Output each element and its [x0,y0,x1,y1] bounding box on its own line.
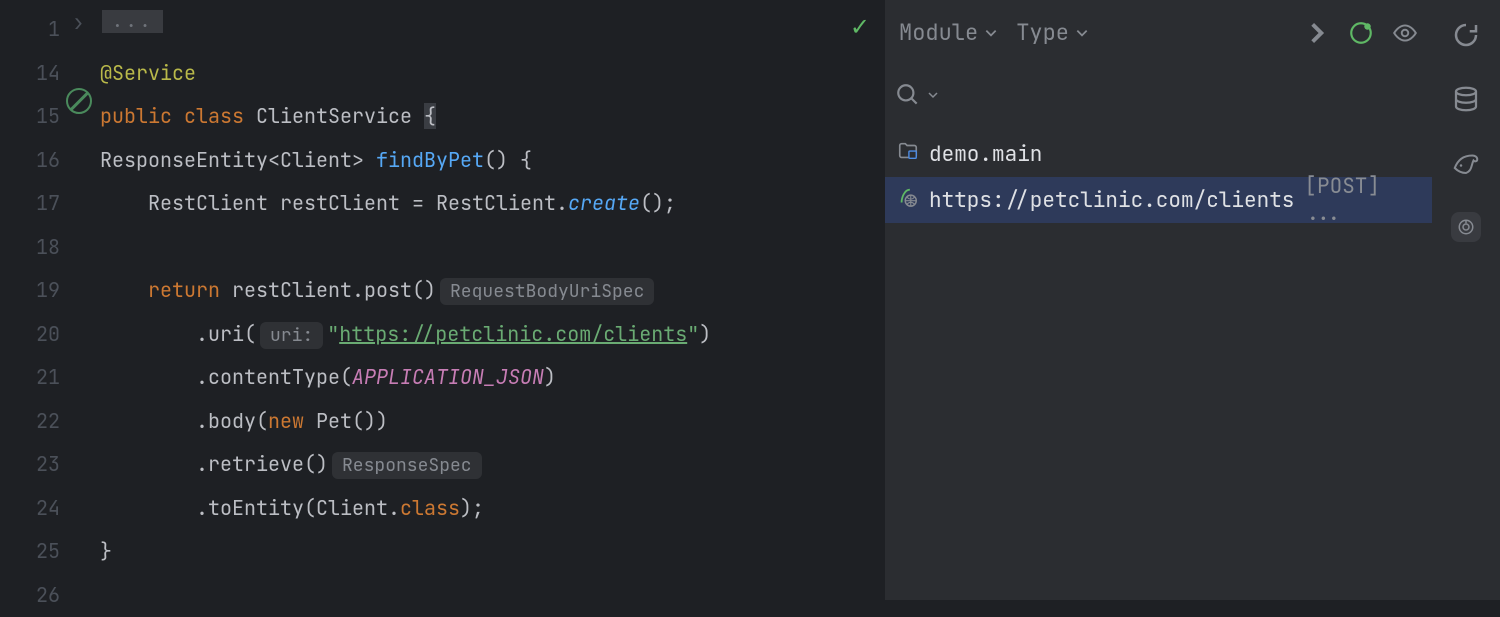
endpoints-tool-icon[interactable] [1451,212,1481,242]
search-row[interactable] [885,65,1432,125]
line-number[interactable]: 25 [0,530,95,574]
line-number[interactable]: 19 [0,269,95,313]
line-number[interactable]: 18 [0,226,95,270]
line-number[interactable]: 23 [0,443,95,487]
code-line: .body(new Pet()) [95,400,885,444]
code-line [95,226,885,270]
line-number[interactable]: 20 [0,313,95,357]
globe-icon [897,186,919,215]
code-line: } [95,530,885,574]
refresh-icon[interactable] [1451,20,1481,50]
inlay-hint: RequestBodyUriSpec [440,278,654,305]
code-line: .retrieve()ResponseSpec [95,443,885,487]
line-number[interactable]: 16 [0,139,95,183]
panel-header: Module Type [885,0,1432,65]
module-dropdown[interactable]: Module [899,18,998,47]
code-line: .toEntity(Client.class); [95,487,885,531]
gradle-icon[interactable] [1451,148,1481,178]
expand-icon[interactable] [1304,20,1330,46]
code-line: ResponseEntity<Client> findByPet() { [95,139,885,183]
line-number[interactable]: 15 [0,95,95,139]
inlay-hint: uri: [260,322,323,349]
folder-icon [897,140,919,169]
line-number[interactable]: 26 [0,574,95,617]
inlay-hint: ResponseSpec [332,452,482,479]
type-dropdown[interactable]: Type [1016,18,1089,47]
code-editor[interactable]: ✓ ... @Service public class ClientServic… [95,0,885,600]
module-item[interactable]: demo.main [885,131,1432,177]
endpoint-item[interactable]: https://petclinic.com/clients [POST] ... [885,177,1432,223]
eye-icon[interactable] [1392,20,1418,46]
inspection-ok-icon[interactable]: ✓ [850,12,870,43]
openapi-icon[interactable] [1348,20,1374,46]
code-line: .uri(uri:"https://petclinic.com/clients"… [95,313,885,357]
line-number[interactable]: 14 [0,52,95,96]
fold-placeholder[interactable]: ... [102,10,163,33]
code-line: .contentType(APPLICATION_JSON) [95,356,885,400]
code-line: return restClient.post()RequestBodyUriSp… [95,269,885,313]
gutter: › 1 14 15 16 17 18 19 20 21 22 23 24 25 … [0,0,95,600]
code-line: RestClient restClient = RestClient.creat… [95,182,885,226]
code-line [95,8,885,52]
right-toolbar [1432,0,1500,600]
search-icon [895,82,921,108]
line-number[interactable]: 17 [0,182,95,226]
code-line: @Service [95,52,885,96]
line-number[interactable]: 1 [0,8,95,52]
endpoints-list: demo.main https://petclinic.com/clients … [885,125,1432,223]
endpoints-panel: Module Type demo.main https://petclinic.… [885,0,1432,600]
database-icon[interactable] [1451,84,1481,114]
code-line: public class ClientService { [95,95,885,139]
line-number[interactable]: 22 [0,400,95,444]
line-number[interactable]: 21 [0,356,95,400]
line-number[interactable]: 24 [0,487,95,531]
chevron-down-icon[interactable] [927,89,939,101]
